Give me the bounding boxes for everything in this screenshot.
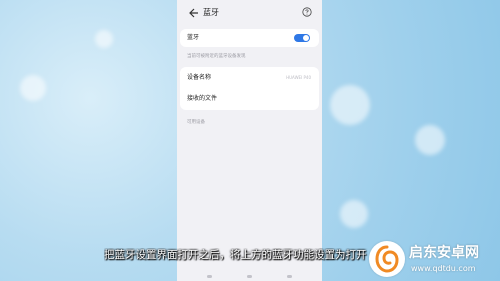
nav-back-icon[interactable] [207,275,212,278]
available-devices-header: 可用设备 [187,120,205,125]
received-files-label: 接收的文件 [187,95,218,102]
page-title: 蓝牙 [203,8,219,17]
settings-card: 设备名称 HUAWEI P40 接收的文件 [180,67,319,110]
watermark-name: 启东安卓网 [409,245,479,261]
background-bokeh [95,30,113,48]
background-bokeh [20,75,46,101]
help-icon[interactable] [302,7,312,17]
bluetooth-label: 蓝牙 [187,34,200,41]
back-arrow-icon[interactable] [187,7,199,19]
navigation-bar [207,275,292,279]
discoverable-hint: 当前可被附近的蓝牙设备发现 [187,54,246,59]
background-bokeh [330,85,370,125]
nav-home-icon[interactable] [247,275,252,278]
watermark-logo: 启东安卓网 www.qdtdu.com [367,239,500,281]
logo-badge-icon [369,241,405,277]
video-caption: 把蓝牙设置界面打开之后，将上方的蓝牙功能设置为打开 [104,249,367,261]
toggle-knob [303,35,309,41]
device-name-label: 设备名称 [187,74,212,81]
bluetooth-toggle-card: 蓝牙 [180,29,319,47]
device-name-value: HUAWEI P40 [286,75,311,80]
received-files-row[interactable]: 接收的文件 [180,88,319,109]
nav-recent-icon[interactable] [287,275,292,278]
background-bokeh [340,200,368,228]
top-bar: 蓝牙 [177,7,322,21]
background-bokeh [415,125,445,155]
watermark-url: www.qdtdu.com [411,264,476,273]
bluetooth-toggle[interactable] [294,34,310,42]
device-name-row[interactable]: 设备名称 HUAWEI P40 [180,67,319,88]
phone-screen: 蓝牙 蓝牙 当前可被附近的蓝牙设备发现 设备名称 HUAWEI P40 接收的文… [177,0,322,281]
